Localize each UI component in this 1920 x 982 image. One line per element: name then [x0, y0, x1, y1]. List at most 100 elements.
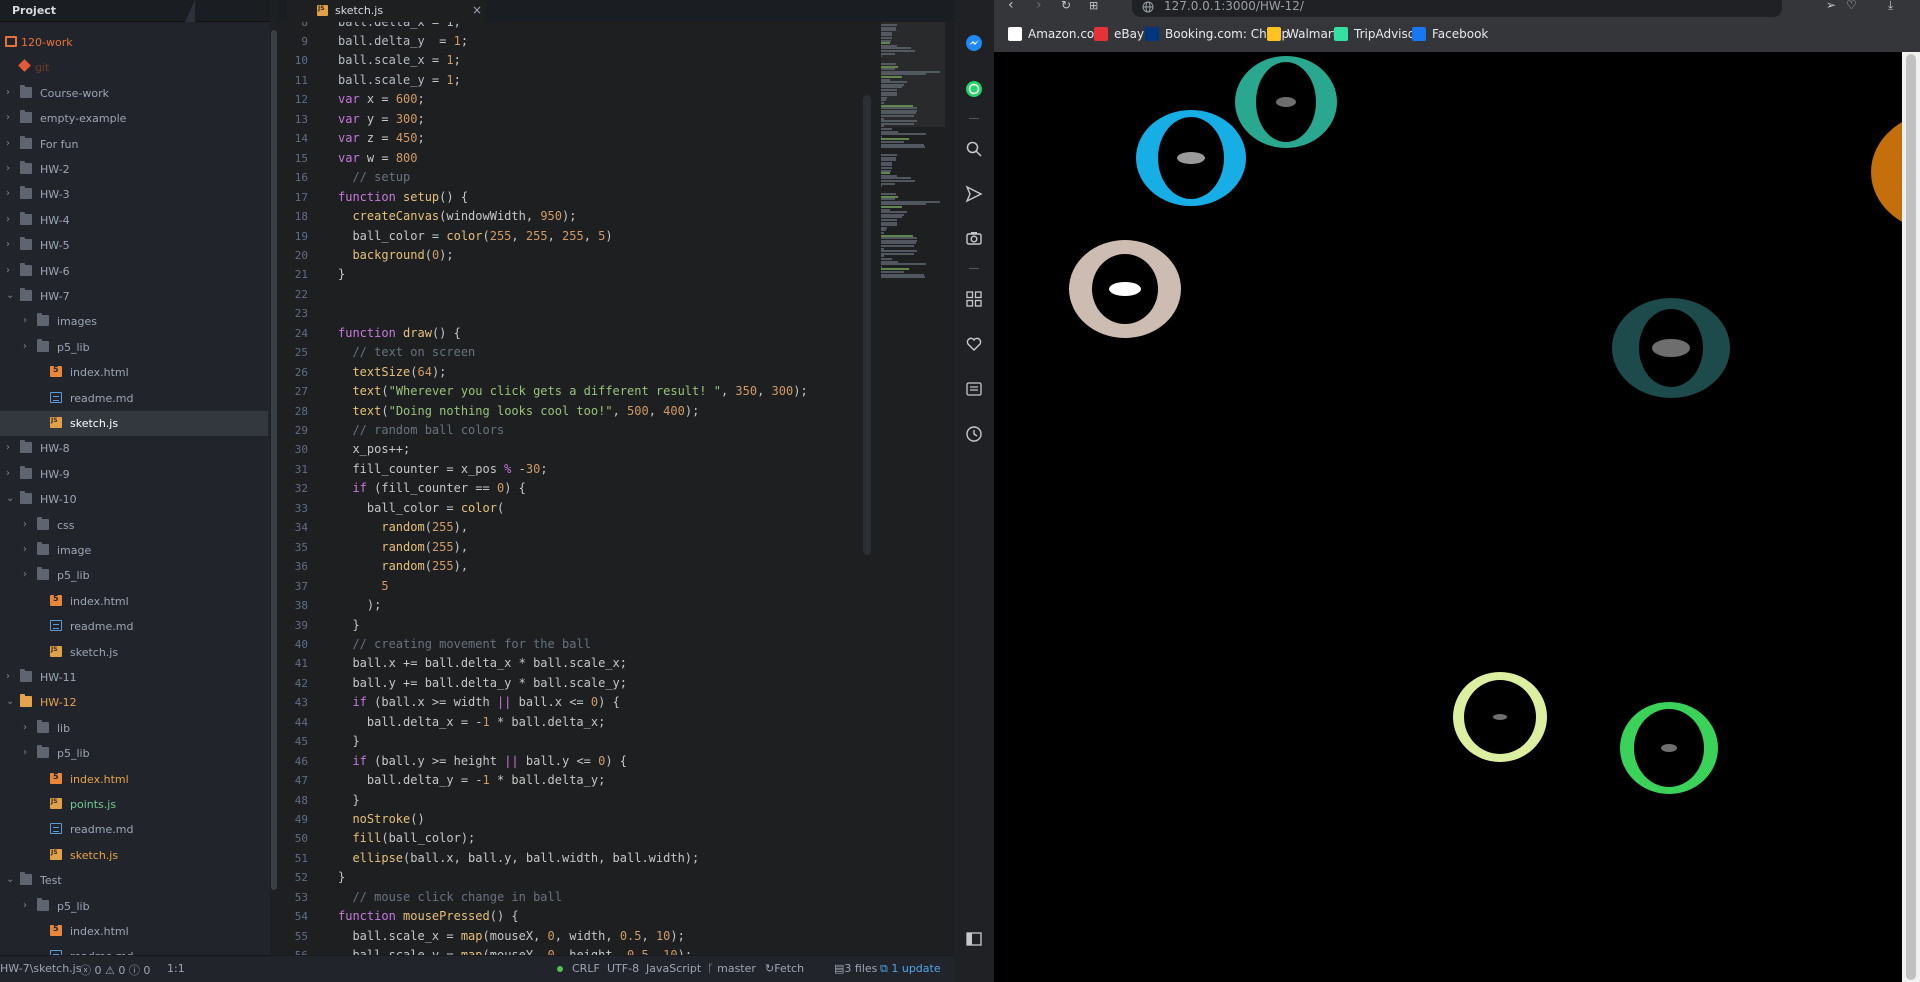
update-notice[interactable]: ⧉ 1 update	[880, 962, 941, 976]
code-line[interactable]: 31 fill_counter = x_pos % -30;	[278, 460, 878, 479]
code-line[interactable]: 20 background(0);	[278, 246, 878, 265]
tree-folder[interactable]: › image	[0, 538, 268, 563]
code-line[interactable]: 33 ball_color = color(	[278, 499, 878, 518]
code-line[interactable]: 48 }	[278, 791, 878, 810]
apps-icon[interactable]	[965, 290, 983, 308]
code-line[interactable]: 38 );	[278, 596, 878, 615]
code-line[interactable]: 14 var z = 450;	[278, 129, 878, 148]
tree-folder[interactable]: › p5_lib	[0, 335, 268, 360]
code-line[interactable]: 25 // text on screen	[278, 343, 878, 362]
downloads-icon[interactable]: ⤓	[1888, 0, 1893, 13]
code-line[interactable]: 13 var y = 300;	[278, 110, 878, 129]
chevron-right-icon[interactable]: ›	[6, 112, 10, 124]
tree-folder[interactable]: › p5_lib	[0, 894, 268, 919]
tab-sketch-js[interactable]: sketch.js ×	[287, 0, 487, 22]
code-line[interactable]: 24 function draw() {	[278, 324, 878, 343]
close-tab-icon[interactable]: ×	[472, 3, 482, 17]
history-icon[interactable]	[965, 425, 983, 443]
search-icon[interactable]	[965, 140, 983, 158]
code-line[interactable]: 56 ball.scale_y = map(mouseY, 0, height,…	[278, 946, 878, 955]
send-icon[interactable]	[965, 185, 983, 203]
bookmark-heart-icon[interactable]: ♡	[1846, 0, 1857, 12]
code-line[interactable]: 12 var x = 600;	[278, 90, 878, 109]
tree-folder[interactable]: › HW-3	[0, 182, 268, 207]
code-line[interactable]: 47 ball.delta_y = -1 * ball.delta_y;	[278, 771, 878, 790]
code-line[interactable]: 29 // random ball colors	[278, 421, 878, 440]
status-file-path[interactable]: HW-7\sketch.js	[0, 962, 81, 975]
camera-icon[interactable]	[965, 229, 983, 247]
chevron-right-icon[interactable]: ›	[23, 341, 27, 353]
tree-file[interactable]: sketch.js	[0, 411, 268, 436]
code-line[interactable]: 35 random(255),	[278, 538, 878, 557]
tree-file[interactable]: index.html	[0, 767, 268, 792]
tree-folder[interactable]: ⌄ Test	[0, 868, 268, 893]
p5-canvas[interactable]	[994, 52, 1920, 982]
chevron-right-icon[interactable]: ›	[6, 239, 10, 251]
code-line[interactable]: 30 x_pos++;	[278, 440, 878, 459]
url-field[interactable]: 127.0.0.1:3000/HW-12/	[1132, 0, 1782, 17]
editor-scrollbar[interactable]	[863, 95, 871, 555]
heart-icon[interactable]	[965, 335, 983, 353]
code-line[interactable]: 46 if (ball.y >= height || ball.y <= 0) …	[278, 752, 878, 771]
tree-folder[interactable]: ⌄ HW-10	[0, 487, 268, 512]
code-line[interactable]: 28 text("Doing nothing looks cool too!",…	[278, 402, 878, 421]
tree-folder[interactable]: › Course-work	[0, 81, 268, 106]
tree-folder[interactable]: ⌄ HW-12	[0, 690, 268, 715]
chevron-down-icon[interactable]: ⌄	[6, 874, 14, 886]
code-line[interactable]: 36 random(255),	[278, 557, 878, 576]
bookmark-item[interactable]: eBay	[1094, 27, 1144, 41]
code-line[interactable]: 8 ball.delta_x = 1;	[278, 22, 878, 32]
code-line[interactable]: 50 fill(ball_color);	[278, 829, 878, 848]
chevron-right-icon[interactable]: ›	[6, 671, 10, 683]
code-line[interactable]: 19 ball_color = color(255, 255, 255, 5)	[278, 227, 878, 246]
encoding[interactable]: UTF-8	[607, 962, 639, 975]
tree-folder[interactable]: › HW-8	[0, 436, 268, 461]
chevron-right-icon[interactable]: ›	[23, 315, 27, 327]
tree-folder[interactable]: › HW-2	[0, 157, 268, 182]
code-line[interactable]: 18 createCanvas(windowWidth, 950);	[278, 207, 878, 226]
tree-folder[interactable]: › lib	[0, 716, 268, 741]
code-line[interactable]: 26 textSize(64);	[278, 363, 878, 382]
chevron-right-icon[interactable]: ›	[6, 468, 10, 480]
chevron-right-icon[interactable]: ›	[6, 214, 10, 226]
forward-icon[interactable]: ›	[1036, 0, 1042, 13]
code-line[interactable]: 17 function setup() {	[278, 188, 878, 207]
bookmark-item[interactable]: Amazon.com	[1008, 27, 1106, 41]
chevron-right-icon[interactable]: ›	[23, 519, 27, 531]
tree-folder[interactable]: › For fun	[0, 132, 268, 157]
tree-file[interactable]: git	[0, 55, 268, 80]
minimap[interactable]	[881, 22, 949, 322]
chevron-down-icon[interactable]: ⌄	[6, 696, 14, 708]
code-line[interactable]: 10 ball.scale_x = 1;	[278, 51, 878, 70]
chevron-right-icon[interactable]: ›	[23, 722, 27, 734]
code-line[interactable]: 44 ball.delta_x = -1 * ball.delta_x;	[278, 713, 878, 732]
code-line[interactable]: 27 text("Wherever you click gets a diffe…	[278, 382, 878, 401]
chevron-right-icon[interactable]: ›	[6, 87, 10, 99]
reload-icon[interactable]: ↻	[1061, 0, 1071, 12]
send-page-icon[interactable]: ➢	[1826, 0, 1836, 12]
chevron-right-icon[interactable]: ›	[6, 138, 10, 150]
code-line[interactable]: 53 // mouse click change in ball	[278, 888, 878, 907]
chevron-down-icon[interactable]: ⌄	[6, 290, 14, 302]
chevron-right-icon[interactable]: ›	[23, 900, 27, 912]
tree-folder[interactable]: › p5_lib	[0, 563, 268, 588]
tree-folder[interactable]: › p5_lib	[0, 741, 268, 766]
changed-files[interactable]: ▤3 files	[834, 962, 877, 975]
code-line[interactable]: 43 if (ball.x >= width || ball.x <= 0) {	[278, 693, 878, 712]
tree-scrollbar[interactable]	[270, 22, 278, 955]
grammar[interactable]: JavaScript	[646, 962, 701, 975]
code-line[interactable]: 42 ball.y += ball.delta_y * ball.scale_y…	[278, 674, 878, 693]
code-line[interactable]: 23	[278, 304, 878, 323]
code-line[interactable]: 34 random(255),	[278, 518, 878, 537]
code-line[interactable]: 40 // creating movement for the ball	[278, 635, 878, 654]
tree-file[interactable]: index.html	[0, 919, 268, 944]
code-line[interactable]: 37 5	[278, 577, 878, 596]
code-line[interactable]: 9 ball.delta_y = 1;	[278, 32, 878, 51]
code-line[interactable]: 39 }	[278, 616, 878, 635]
tree-file[interactable]: readme.md	[0, 614, 268, 639]
tree-file[interactable]: sketch.js	[0, 640, 268, 665]
code-line[interactable]: 32 if (fill_counter == 0) {	[278, 479, 878, 498]
tree-folder[interactable]: › HW-4	[0, 208, 268, 233]
news-icon[interactable]	[965, 380, 983, 398]
tree-folder[interactable]: › HW-5	[0, 233, 268, 258]
